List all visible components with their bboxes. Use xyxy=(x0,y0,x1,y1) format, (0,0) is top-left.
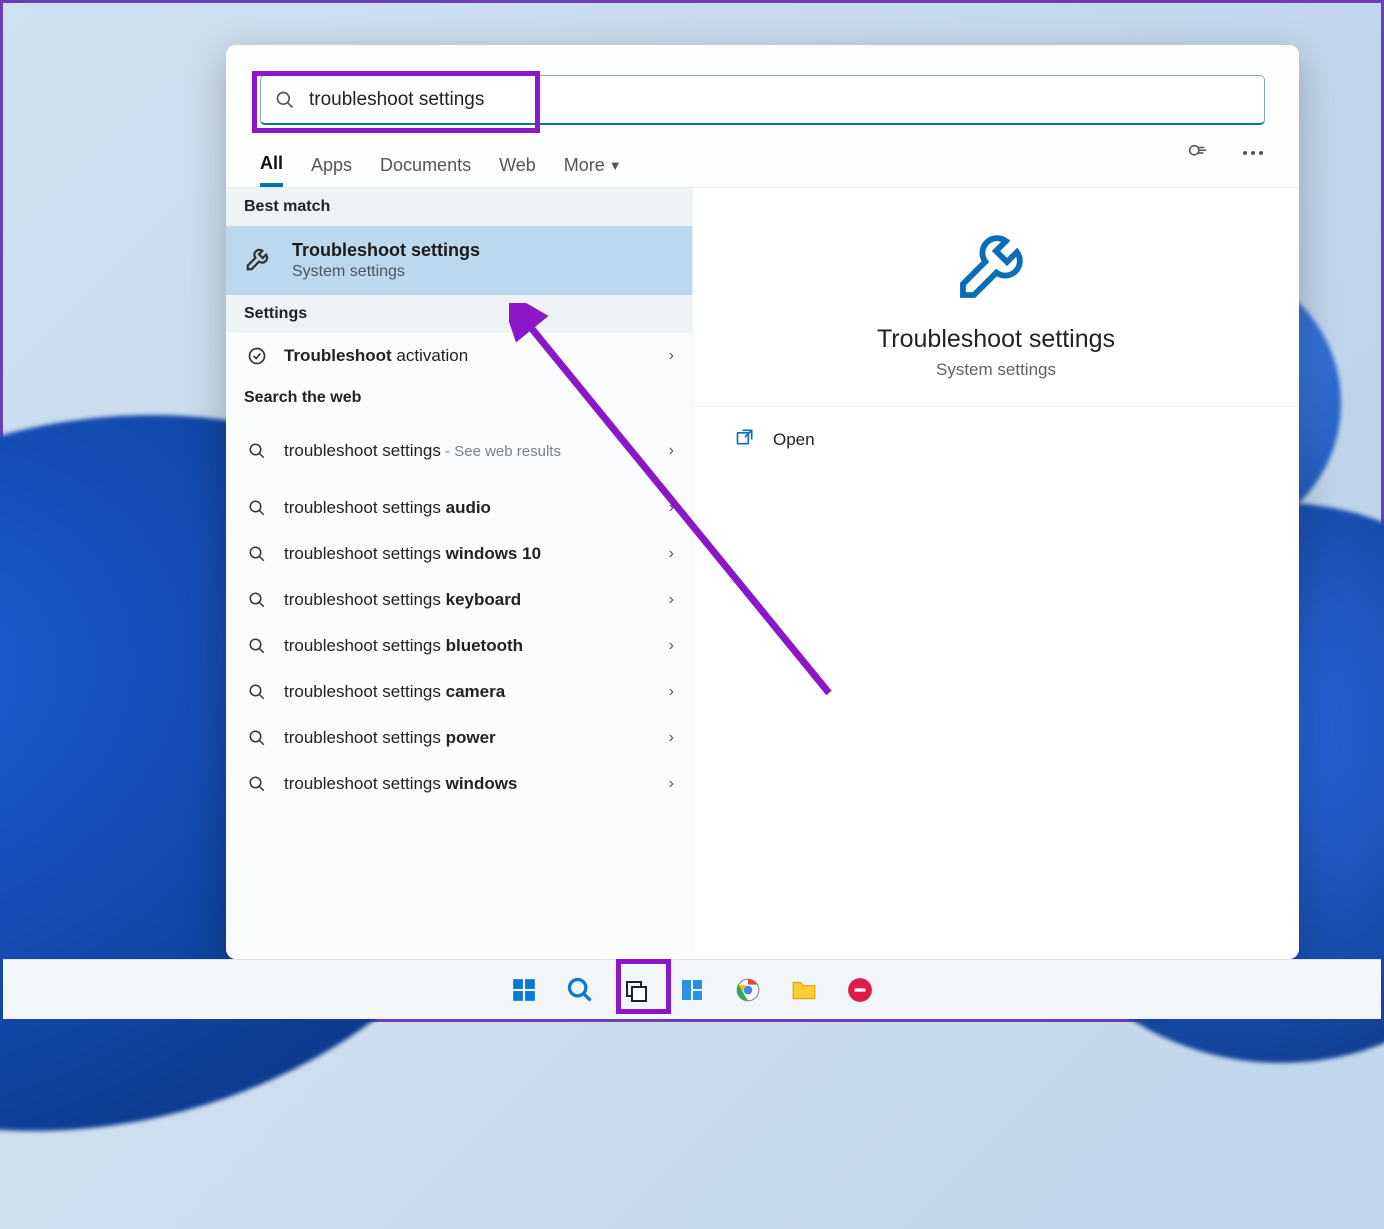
web-result-text: troubleshoot settings windows 10 xyxy=(284,544,669,564)
section-best-match: Best match xyxy=(226,188,692,226)
app-icon[interactable] xyxy=(841,971,879,1009)
search-tabs: All Apps Documents Web More ▼ xyxy=(226,125,1299,188)
web-result-text: troubleshoot settings power xyxy=(284,728,669,748)
web-result-text: troubleshoot settings keyboard xyxy=(284,590,669,610)
chevron-right-icon: › xyxy=(669,347,674,365)
web-result-text: troubleshoot settings bluetooth xyxy=(284,636,669,656)
search-body: Best match Troubleshoot settings System … xyxy=(226,188,1299,952)
check-circle-icon xyxy=(244,346,270,366)
search-top xyxy=(226,45,1299,125)
tab-more-label: More xyxy=(564,155,605,176)
search-icon xyxy=(261,90,309,110)
best-match-subtitle: System settings xyxy=(292,263,480,281)
chevron-down-icon: ▼ xyxy=(609,158,622,173)
web-result[interactable]: troubleshoot settings audio › xyxy=(226,485,692,531)
search-window: All Apps Documents Web More ▼ Best match … xyxy=(226,45,1299,959)
tab-apps[interactable]: Apps xyxy=(311,143,352,187)
tab-documents[interactable]: Documents xyxy=(380,143,471,187)
web-result[interactable]: troubleshoot settings windows › xyxy=(226,761,692,807)
chevron-right-icon: › xyxy=(669,683,674,701)
search-icon xyxy=(244,545,270,563)
search-icon xyxy=(244,683,270,701)
widgets-icon[interactable] xyxy=(673,971,711,1009)
search-icon xyxy=(244,591,270,609)
best-match-title: Troubleshoot settings xyxy=(292,240,480,261)
preview-open-label: Open xyxy=(773,430,815,450)
web-result-text: troubleshoot settings audio xyxy=(284,498,669,518)
preview-subtitle: System settings xyxy=(936,360,1056,380)
chevron-right-icon: › xyxy=(669,499,674,517)
preview-pane: Troubleshoot settings System settings Op… xyxy=(692,188,1299,952)
section-settings: Settings xyxy=(226,295,692,333)
wrench-icon xyxy=(952,218,1040,311)
section-search-web: Search the web xyxy=(226,379,692,417)
search-icon xyxy=(244,775,270,793)
chevron-right-icon: › xyxy=(669,775,674,793)
settings-result-text: Troubleshoot activation xyxy=(284,346,669,366)
search-input[interactable] xyxy=(309,89,1264,111)
search-icon xyxy=(244,499,270,517)
taskbar xyxy=(3,959,1381,1019)
web-result-text: troubleshoot settings windows xyxy=(284,774,669,794)
search-icon xyxy=(244,442,270,460)
tab-web[interactable]: Web xyxy=(499,143,536,187)
more-icon[interactable] xyxy=(1235,135,1271,171)
web-result[interactable]: troubleshoot settings keyboard › xyxy=(226,577,692,623)
search-bar[interactable] xyxy=(260,75,1265,125)
file-explorer-icon[interactable] xyxy=(785,971,823,1009)
wrench-icon xyxy=(244,243,278,278)
results-pane: Best match Troubleshoot settings System … xyxy=(226,188,692,952)
web-result[interactable]: troubleshoot settings windows 10 › xyxy=(226,531,692,577)
web-result-text: troubleshoot settings - See web results xyxy=(284,427,669,475)
start-button[interactable] xyxy=(505,971,543,1009)
task-view-icon[interactable] xyxy=(617,971,655,1009)
preview-open[interactable]: Open xyxy=(693,407,1299,472)
chevron-right-icon: › xyxy=(669,729,674,747)
best-match-result[interactable]: Troubleshoot settings System settings xyxy=(226,226,692,295)
search-icon xyxy=(244,729,270,747)
chevron-right-icon: › xyxy=(669,442,674,460)
tab-all[interactable]: All xyxy=(260,143,283,187)
web-result-text: troubleshoot settings camera xyxy=(284,682,669,702)
chevron-right-icon: › xyxy=(669,591,674,609)
tab-more[interactable]: More ▼ xyxy=(564,143,622,187)
chevron-right-icon: › xyxy=(669,545,674,563)
reward-icon[interactable] xyxy=(1179,135,1215,171)
web-result[interactable]: troubleshoot settings - See web results … xyxy=(226,417,692,485)
web-result[interactable]: troubleshoot settings power › xyxy=(226,715,692,761)
web-result[interactable]: troubleshoot settings bluetooth › xyxy=(226,623,692,669)
preview-header: Troubleshoot settings System settings xyxy=(693,188,1299,407)
chrome-icon[interactable] xyxy=(729,971,767,1009)
taskbar-search-icon[interactable] xyxy=(561,971,599,1009)
open-icon xyxy=(735,427,755,452)
web-result[interactable]: troubleshoot settings camera › xyxy=(226,669,692,715)
search-icon xyxy=(244,637,270,655)
preview-title: Troubleshoot settings xyxy=(877,325,1115,354)
chevron-right-icon: › xyxy=(669,637,674,655)
settings-result[interactable]: Troubleshoot activation › xyxy=(226,333,692,379)
